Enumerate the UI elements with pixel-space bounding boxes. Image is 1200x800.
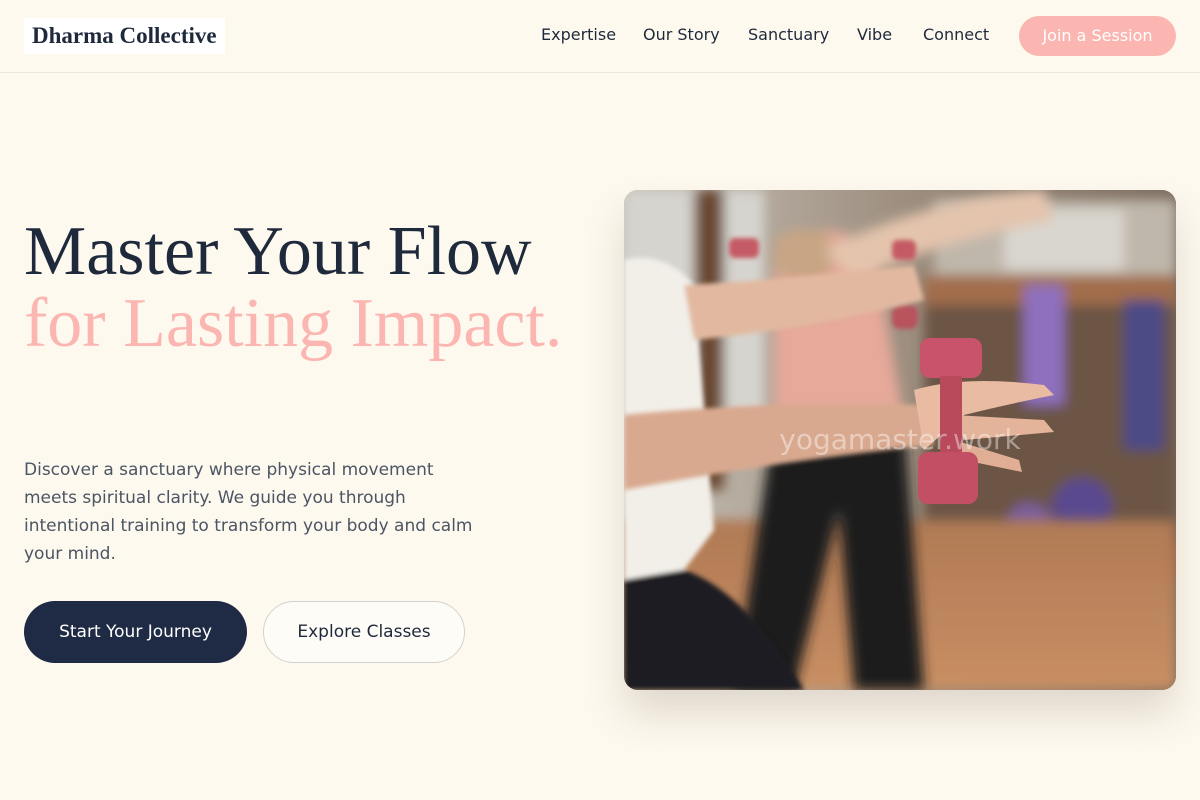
join-session-button[interactable]: Join a Session	[1019, 16, 1176, 56]
nav-link-connect[interactable]: Connect	[923, 24, 989, 46]
hero-title-line2: for Lasting Impact.	[24, 285, 563, 362]
start-journey-button[interactable]: Start Your Journey	[24, 601, 247, 663]
nav-link-our-story[interactable]: Our Story	[643, 24, 720, 46]
explore-classes-button[interactable]: Explore Classes	[263, 601, 465, 663]
site-header: Dharma Collective Expertise Our Story Sa…	[0, 0, 1200, 73]
brand-logo[interactable]: Dharma Collective	[24, 18, 225, 54]
hero-description: Discover a sanctuary where physical move…	[24, 460, 473, 564]
nav-link-vibe[interactable]: Vibe	[857, 24, 892, 46]
hero-title: Master Your Flow for Lasting Impact.	[24, 216, 594, 360]
nav-link-sanctuary[interactable]: Sanctuary	[748, 24, 829, 46]
hero-image: yogamaster.work	[624, 190, 1176, 690]
hero-title-line1: Master Your Flow	[24, 213, 532, 290]
nav-link-expertise[interactable]: Expertise	[541, 24, 616, 46]
fitness-class-photo	[624, 190, 1176, 690]
